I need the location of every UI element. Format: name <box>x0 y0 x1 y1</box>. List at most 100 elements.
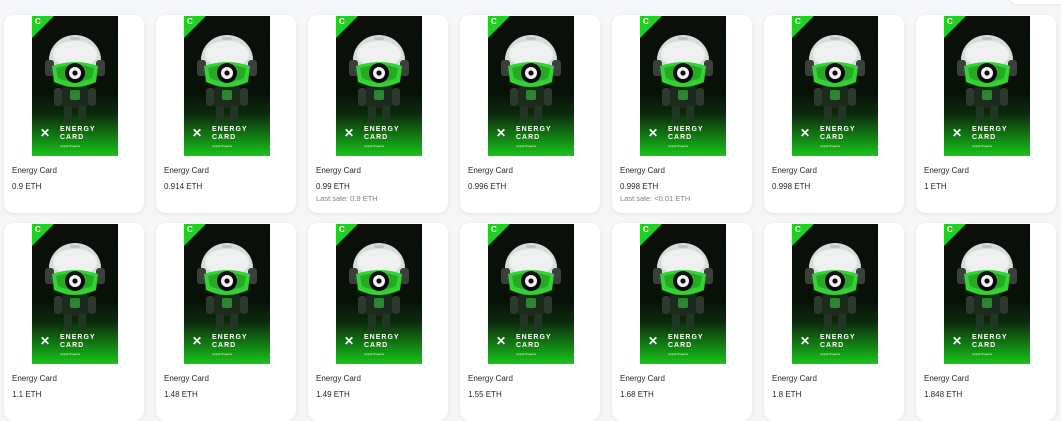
card-logo-subtext: Avarik Projects <box>972 144 992 148</box>
card-artwork: C ✕ ENERGY CARD Avarik Projects <box>184 224 270 364</box>
card-artwork: C ✕ ENERGY CARD Avarik Projects <box>336 16 422 156</box>
card-artwork: C ✕ ENERGY CARD Avarik Projects <box>488 16 574 156</box>
brand-c-icon: C <box>35 225 41 234</box>
top-right-control[interactable] <box>1010 0 1061 4</box>
nft-grid: C ✕ ENERGY CARD Avarik Projects Energy C… <box>4 15 1056 421</box>
nft-card[interactable]: C ✕ ENERGY CARD Avarik Projects Energy C… <box>460 15 600 213</box>
energy-logo-icon: ✕ <box>344 334 355 348</box>
card-logo-subtext: Avarik Projects <box>668 352 688 356</box>
brand-c-icon: C <box>187 225 193 234</box>
brand-c-icon: C <box>491 225 497 234</box>
robot-character-icon <box>349 243 409 330</box>
card-logo-subtext: Avarik Projects <box>516 352 536 356</box>
card-artwork: C ✕ ENERGY CARD Avarik Projects <box>944 16 1030 156</box>
card-artwork: C ✕ ENERGY CARD Avarik Projects <box>32 224 118 364</box>
card-logo-text: ENERGY CARD <box>668 334 704 349</box>
nft-card[interactable]: C ✕ ENERGY CARD Avarik Projects Energy C… <box>612 15 752 213</box>
card-logo-text: ENERGY CARD <box>668 126 704 141</box>
card-price: 1.8 ETH <box>772 390 802 399</box>
card-logo-subtext: Avarik Projects <box>212 352 232 356</box>
brand-c-icon: C <box>947 17 953 26</box>
card-last-sale: Last sale: 0.9 ETH <box>316 194 378 203</box>
brand-c-icon: C <box>643 17 649 26</box>
nft-card[interactable]: C ✕ ENERGY CARD Avarik Projects Energy C… <box>764 15 904 213</box>
card-name: Energy Card <box>468 374 513 383</box>
card-logo-text: ENERGY CARD <box>820 126 856 141</box>
brand-c-icon: C <box>643 225 649 234</box>
nft-card[interactable]: C ✕ ENERGY CARD Avarik Projects Energy C… <box>916 223 1056 421</box>
card-artwork: C ✕ ENERGY CARD Avarik Projects <box>640 16 726 156</box>
brand-c-icon: C <box>339 225 345 234</box>
energy-logo-icon: ✕ <box>952 334 963 348</box>
nft-card[interactable]: C ✕ ENERGY CARD Avarik Projects Energy C… <box>308 15 448 213</box>
card-name: Energy Card <box>924 374 969 383</box>
nft-card[interactable]: C ✕ ENERGY CARD Avarik Projects Energy C… <box>460 223 600 421</box>
card-price: 0.914 ETH <box>164 182 203 191</box>
nft-card[interactable]: C ✕ ENERGY CARD Avarik Projects Energy C… <box>916 15 1056 213</box>
energy-logo-icon: ✕ <box>800 334 811 348</box>
robot-character-icon <box>197 243 257 330</box>
robot-character-icon <box>501 35 561 122</box>
card-logo-text: ENERGY CARD <box>60 126 96 141</box>
card-price: 1 ETH <box>924 182 947 191</box>
brand-c-icon: C <box>35 17 41 26</box>
nft-card[interactable]: C ✕ ENERGY CARD Avarik Projects Energy C… <box>4 223 144 421</box>
card-logo-text: ENERGY CARD <box>364 126 400 141</box>
card-name: Energy Card <box>620 374 665 383</box>
card-price: 1.1 ETH <box>12 390 42 399</box>
energy-logo-icon: ✕ <box>344 126 355 140</box>
brand-c-icon: C <box>795 17 801 26</box>
card-logo-subtext: Avarik Projects <box>820 352 840 356</box>
nft-card[interactable]: C ✕ ENERGY CARD Avarik Projects Energy C… <box>156 223 296 421</box>
card-name: Energy Card <box>468 166 513 175</box>
energy-logo-icon: ✕ <box>40 126 51 140</box>
card-name: Energy Card <box>164 374 209 383</box>
card-price: 1.55 ETH <box>468 390 502 399</box>
nft-card[interactable]: C ✕ ENERGY CARD Avarik Projects Energy C… <box>156 15 296 213</box>
card-logo-text: ENERGY CARD <box>972 126 1008 141</box>
card-name: Energy Card <box>316 374 361 383</box>
robot-character-icon <box>501 243 561 330</box>
card-artwork: C ✕ ENERGY CARD Avarik Projects <box>792 16 878 156</box>
card-price: 1.848 ETH <box>924 390 963 399</box>
energy-logo-icon: ✕ <box>648 334 659 348</box>
card-name: Energy Card <box>164 166 209 175</box>
card-name: Energy Card <box>12 166 57 175</box>
robot-character-icon <box>805 35 865 122</box>
card-logo-subtext: Avarik Projects <box>516 144 536 148</box>
nft-card[interactable]: C ✕ ENERGY CARD Avarik Projects Energy C… <box>4 15 144 213</box>
card-price: 0.996 ETH <box>468 182 507 191</box>
energy-logo-icon: ✕ <box>192 334 203 348</box>
card-price: 1.68 ETH <box>620 390 654 399</box>
robot-character-icon <box>197 35 257 122</box>
card-logo-subtext: Avarik Projects <box>364 352 384 356</box>
card-artwork: C ✕ ENERGY CARD Avarik Projects <box>792 224 878 364</box>
nft-card[interactable]: C ✕ ENERGY CARD Avarik Projects Energy C… <box>764 223 904 421</box>
card-last-sale: Last sale: <0.01 ETH <box>620 194 691 203</box>
card-logo-subtext: Avarik Projects <box>820 144 840 148</box>
energy-logo-icon: ✕ <box>648 126 659 140</box>
card-price: 0.998 ETH <box>620 182 659 191</box>
energy-logo-icon: ✕ <box>40 334 51 348</box>
card-price: 0.998 ETH <box>772 182 811 191</box>
card-name: Energy Card <box>772 166 817 175</box>
nft-card[interactable]: C ✕ ENERGY CARD Avarik Projects Energy C… <box>612 223 752 421</box>
card-name: Energy Card <box>12 374 57 383</box>
robot-character-icon <box>45 243 105 330</box>
card-artwork: C ✕ ENERGY CARD Avarik Projects <box>184 16 270 156</box>
card-price: 1.48 ETH <box>164 390 198 399</box>
card-logo-subtext: Avarik Projects <box>972 352 992 356</box>
card-artwork: C ✕ ENERGY CARD Avarik Projects <box>944 224 1030 364</box>
card-price: 0.99 ETH <box>316 182 350 191</box>
robot-character-icon <box>653 35 713 122</box>
card-logo-text: ENERGY CARD <box>820 334 856 349</box>
nft-card[interactable]: C ✕ ENERGY CARD Avarik Projects Energy C… <box>308 223 448 421</box>
card-artwork: C ✕ ENERGY CARD Avarik Projects <box>640 224 726 364</box>
card-price: 1.49 ETH <box>316 390 350 399</box>
robot-character-icon <box>653 243 713 330</box>
card-logo-subtext: Avarik Projects <box>212 144 232 148</box>
energy-logo-icon: ✕ <box>952 126 963 140</box>
brand-c-icon: C <box>795 225 801 234</box>
card-name: Energy Card <box>316 166 361 175</box>
brand-c-icon: C <box>947 225 953 234</box>
